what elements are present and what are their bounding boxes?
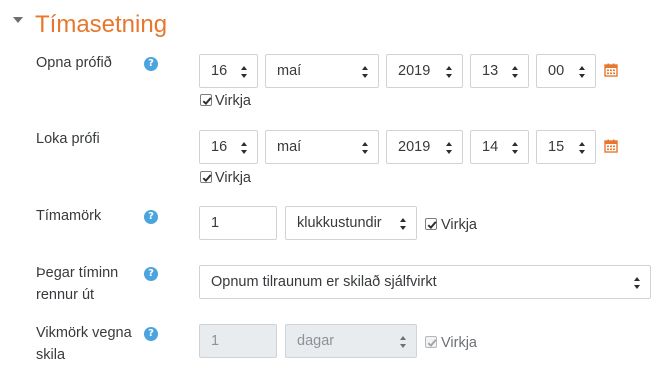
time-limit-enable-checkbox[interactable] — [425, 218, 437, 230]
calendar-icon[interactable] — [604, 63, 618, 77]
open-enable-label[interactable]: Virkja — [215, 92, 251, 110]
close-enable-label[interactable]: Virkja — [215, 169, 251, 187]
help-icon[interactable]: ? — [144, 210, 158, 224]
select-arrows-icon — [579, 66, 586, 78]
open-month-select[interactable]: maí — [265, 54, 379, 88]
calendar-icon[interactable] — [604, 139, 618, 153]
close-day-select[interactable]: 16 — [199, 130, 258, 164]
select-arrows-icon — [362, 142, 369, 154]
select-arrows-icon — [446, 142, 453, 154]
time-limit-input[interactable]: 1 — [199, 206, 277, 240]
select-arrows-icon — [241, 66, 248, 78]
checkmark-icon — [202, 174, 212, 183]
grace-period-label-line1: Vikmörk vegna — [36, 325, 132, 341]
grace-period-label-line2: skila — [36, 347, 66, 363]
select-arrows-icon — [241, 142, 248, 154]
open-enable-checkbox[interactable] — [200, 94, 212, 106]
help-icon[interactable]: ? — [144, 267, 158, 281]
select-arrows-icon — [512, 66, 519, 78]
close-month-select[interactable]: maí — [265, 130, 379, 164]
close-enable-checkbox[interactable] — [200, 171, 212, 183]
grace-period-input[interactable]: 1 — [199, 324, 277, 358]
grace-period-enable-checkbox[interactable] — [425, 336, 437, 348]
open-year-select[interactable]: 2019 — [386, 54, 463, 88]
select-arrows-icon — [400, 336, 407, 348]
select-arrows-icon — [634, 277, 641, 289]
open-minute-select[interactable]: 00 — [536, 54, 596, 88]
select-arrows-icon — [579, 142, 586, 154]
overdue-label-line2: rennur út — [36, 287, 95, 303]
open-hour-select[interactable]: 13 — [470, 54, 529, 88]
close-hour-select[interactable]: 14 — [470, 130, 529, 164]
select-arrows-icon — [362, 66, 369, 78]
time-limit-enable-label[interactable]: Virkja — [441, 216, 477, 234]
time-limit-label: Tímamörk — [36, 208, 102, 224]
close-minute-select[interactable]: 15 — [536, 130, 596, 164]
checkmark-icon — [427, 221, 437, 230]
overdue-label-line1: Þegar tíminn — [36, 265, 119, 281]
select-arrows-icon — [400, 218, 407, 230]
open-date-label: Opna prófið — [36, 55, 112, 71]
grace-period-enable-label[interactable]: Virkja — [441, 334, 477, 352]
grace-period-unit-select[interactable]: dagar — [285, 324, 417, 358]
close-year-select[interactable]: 2019 — [386, 130, 463, 164]
checkmark-icon — [202, 97, 212, 106]
time-limit-unit-select[interactable]: klukkustundir — [285, 206, 417, 240]
close-date-label: Loka prófi — [36, 131, 100, 147]
overdue-handling-select[interactable]: Opnum tilraunum er skilað sjálfvirkt — [199, 265, 651, 299]
select-arrows-icon — [446, 66, 453, 78]
help-icon[interactable]: ? — [144, 327, 158, 341]
select-arrows-icon — [512, 142, 519, 154]
checkmark-icon — [427, 339, 437, 348]
section-title[interactable]: Tímasetning — [35, 9, 167, 41]
open-day-select[interactable]: 16 — [199, 54, 258, 88]
help-icon[interactable]: ? — [144, 57, 158, 71]
collapse-chevron-icon[interactable] — [13, 17, 23, 23]
